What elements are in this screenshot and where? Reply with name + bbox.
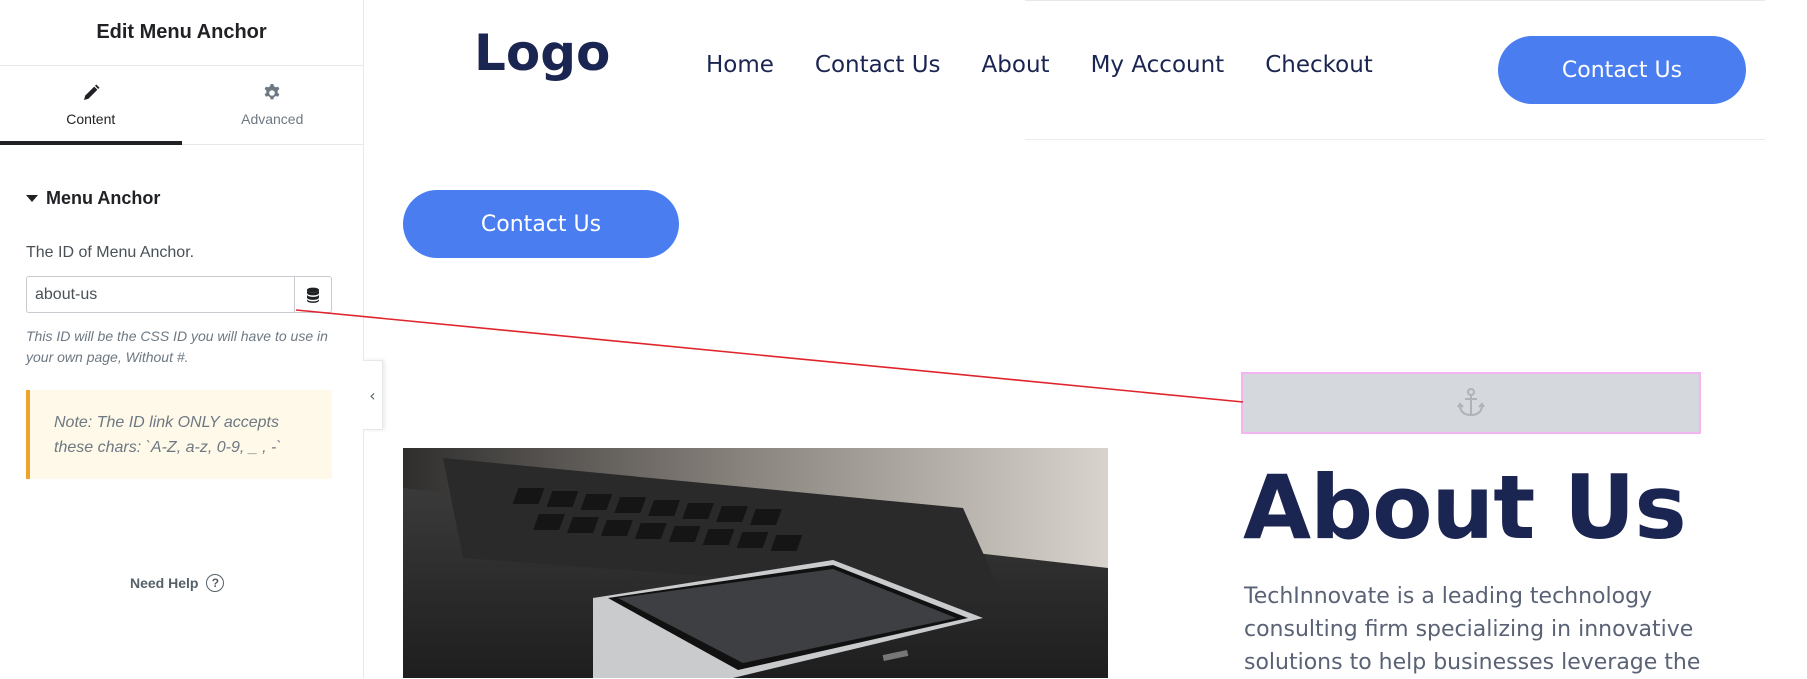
need-help-link[interactable]: Need Help ? xyxy=(130,574,225,592)
question-circle-icon: ? xyxy=(206,574,225,592)
tab-content-label: Content xyxy=(66,111,116,127)
dynamic-tags-button[interactable] xyxy=(294,276,332,313)
header-divider xyxy=(1025,139,1765,140)
menu-anchor-widget[interactable] xyxy=(1241,372,1701,434)
body-contact-button[interactable]: Contact Us xyxy=(403,190,679,258)
chevron-left-icon: ‹ xyxy=(369,385,376,405)
nav-item-checkout[interactable]: Checkout xyxy=(1265,52,1373,78)
anchor-id-control xyxy=(26,276,332,313)
collapse-panel-button[interactable]: ‹ xyxy=(363,360,383,430)
tab-advanced[interactable]: Advanced xyxy=(182,66,364,144)
gear-icon xyxy=(264,84,280,100)
need-help-label: Need Help xyxy=(130,575,199,591)
nav-item-home[interactable]: Home xyxy=(706,52,774,78)
main-nav: Home Contact Us About My Account Checkou… xyxy=(706,52,1373,78)
nav-item-about[interactable]: About xyxy=(982,52,1050,78)
caret-down-icon xyxy=(26,195,38,202)
site-logo[interactable]: Logo xyxy=(474,24,610,82)
tab-content[interactable]: Content xyxy=(0,66,182,145)
about-paragraph: TechInnovate is a leading technology con… xyxy=(1244,584,1701,675)
anchor-id-label: The ID of Menu Anchor. xyxy=(26,244,195,261)
panel-tabs: Content Advanced xyxy=(0,66,363,145)
tab-advanced-label: Advanced xyxy=(241,111,304,127)
nav-item-my-account[interactable]: My Account xyxy=(1091,52,1225,78)
nav-item-contact-us[interactable]: Contact Us xyxy=(815,52,941,78)
section-title: Menu Anchor xyxy=(46,188,161,208)
laptop-phone-image xyxy=(403,448,1108,678)
database-icon xyxy=(307,287,319,303)
section-toggle-menu-anchor[interactable]: Menu Anchor xyxy=(26,188,160,209)
top-divider xyxy=(1025,0,1765,1)
editor-panel: Edit Menu Anchor Content Advanced Menu A… xyxy=(0,0,364,678)
panel-title: Edit Menu Anchor xyxy=(96,21,267,43)
anchor-icon xyxy=(1457,388,1485,417)
anchor-id-help-text: This ID will be the CSS ID you will have… xyxy=(26,328,328,365)
anchor-id-input[interactable] xyxy=(26,276,294,313)
pencil-icon xyxy=(83,84,100,100)
about-heading: About Us xyxy=(1243,456,1687,559)
anchor-note: Note: The ID link ONLY accepts these cha… xyxy=(26,390,332,479)
panel-header: Edit Menu Anchor xyxy=(0,0,363,66)
header-contact-button[interactable]: Contact Us xyxy=(1498,36,1746,104)
